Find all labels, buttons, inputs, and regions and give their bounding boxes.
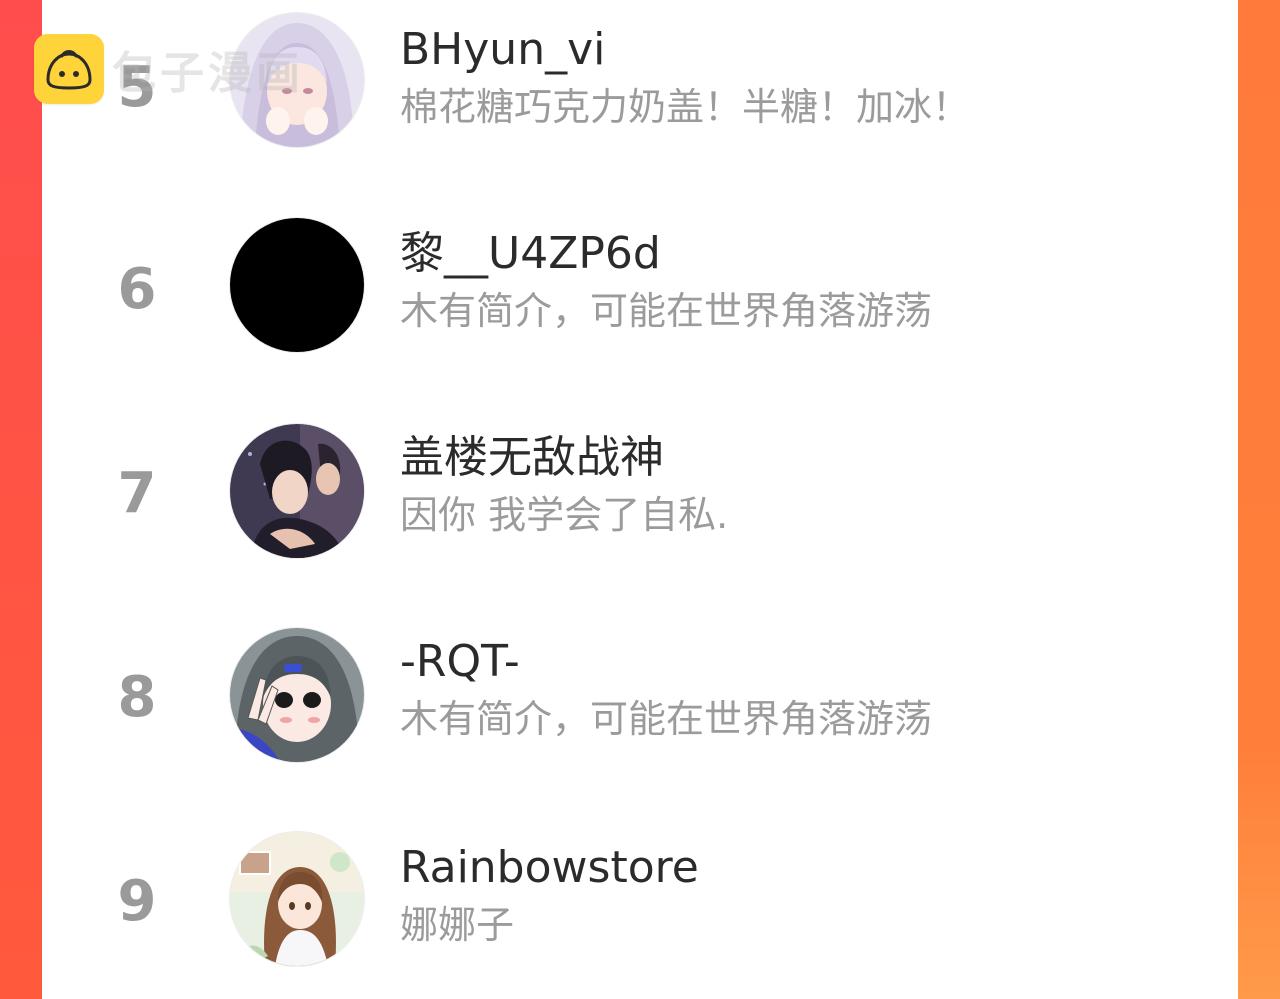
user-avatar[interactable] (230, 424, 364, 558)
baozi-bun-icon (34, 34, 104, 104)
anime-girl-peace-sign-avatar-icon (230, 628, 364, 762)
user-name: BHyun_vi (400, 24, 606, 75)
anime-girl-brown-hair-avatar-icon (230, 832, 364, 966)
rank-number: 6 (117, 257, 157, 322)
user-bio: 娜娜子 (400, 903, 515, 947)
user-name: Rainbowstore (400, 842, 699, 893)
right-orange-border (1238, 0, 1280, 999)
screen: 5 BHyun_vi 棉花糖巧克力奶盖！半糖！加冰！ 6 黎__U4ZP6d 木… (0, 0, 1280, 999)
user-name: 黎__U4ZP6d (400, 228, 661, 279)
anime-couple-avatar-icon (230, 424, 364, 558)
rank-number: 8 (117, 665, 157, 730)
user-bio: 因你 我学会了自私. (400, 493, 729, 537)
user-bio: 木有简介，可能在世界角落游荡 (400, 697, 933, 741)
left-orange-border (0, 0, 42, 999)
leaderboard-row[interactable]: 8 -RQT- 木有简介，可能在世界角落游荡 (42, 620, 1238, 770)
user-name: -RQT- (400, 636, 520, 687)
user-name: 盖楼无敌战神 (400, 432, 664, 483)
user-bio: 棉花糖巧克力奶盖！半糖！加冰！ (400, 85, 971, 129)
baozi-logo-icon (34, 34, 104, 104)
user-avatar[interactable] (230, 218, 364, 352)
rank-number: 9 (117, 869, 157, 934)
watermark-text: 包子漫画 (112, 48, 304, 99)
rank-number: 7 (117, 461, 157, 526)
user-avatar[interactable] (230, 832, 364, 966)
leaderboard-row[interactable]: 6 黎__U4ZP6d 木有简介，可能在世界角落游荡 (42, 212, 1238, 362)
app-watermark: 包子漫画 (34, 34, 304, 104)
user-bio: 木有简介，可能在世界角落游荡 (400, 289, 933, 333)
user-avatar[interactable] (230, 628, 364, 762)
leaderboard-row[interactable]: 7 盖楼无敌战神 因你 我学会了自私. (42, 416, 1238, 566)
leaderboard-row[interactable]: 9 Rainbowstore 娜娜子 (42, 826, 1238, 976)
black-circle-avatar-icon (230, 218, 364, 352)
leaderboard-panel: 5 BHyun_vi 棉花糖巧克力奶盖！半糖！加冰！ 6 黎__U4ZP6d 木… (42, 0, 1238, 999)
